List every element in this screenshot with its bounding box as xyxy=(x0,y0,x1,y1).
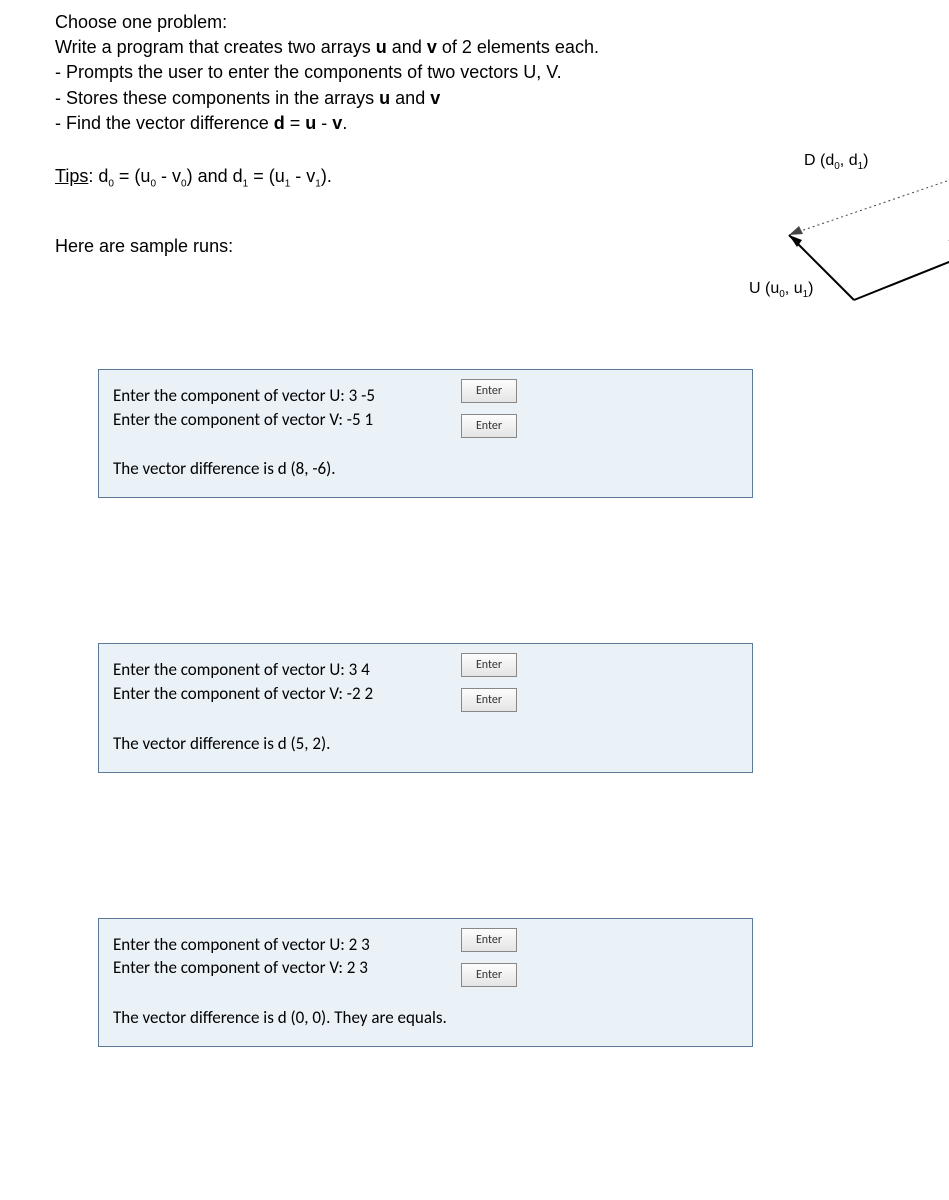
sample-result: The vector difference is d (5, 2). xyxy=(113,732,738,756)
enter-button: Enter xyxy=(461,928,517,952)
problem-statement: Choose one problem: Write a program that… xyxy=(55,10,949,136)
sample-line: Enter the component of vector V: -5 1 xyxy=(113,408,738,432)
sample-line: Enter the component of vector V: 2 3 xyxy=(113,956,738,980)
diagram-u-label: U (u0, u1) xyxy=(749,278,813,302)
enter-button: Enter xyxy=(461,414,517,438)
diagram-d-label: D (d0, d1) xyxy=(804,150,868,174)
sample-run: Enter Enter Enter the component of vecto… xyxy=(98,369,753,498)
sample-run: Enter Enter Enter the component of vecto… xyxy=(98,643,753,772)
vector-diagram: D (d0, d1) U (u0, u1) V (v0, v1 xyxy=(749,150,949,310)
sample-result: The vector difference is d (0, 0). They … xyxy=(113,1006,738,1030)
sample-line: Enter the component of vector U: 2 3 xyxy=(113,933,738,957)
sample-run: Enter Enter Enter the component of vecto… xyxy=(98,918,753,1047)
sample-line: Enter the component of vector U: 3 4 xyxy=(113,658,738,682)
intro-line1: Choose one problem: xyxy=(55,12,227,32)
enter-button: Enter xyxy=(461,379,517,403)
sample-line: Enter the component of vector U: 3 -5 xyxy=(113,384,738,408)
sample-line: Enter the component of vector V: -2 2 xyxy=(113,682,738,706)
sample-result: The vector difference is d (8, -6). xyxy=(113,457,738,481)
enter-button: Enter xyxy=(461,688,517,712)
enter-button: Enter xyxy=(461,963,517,987)
enter-button: Enter xyxy=(461,653,517,677)
